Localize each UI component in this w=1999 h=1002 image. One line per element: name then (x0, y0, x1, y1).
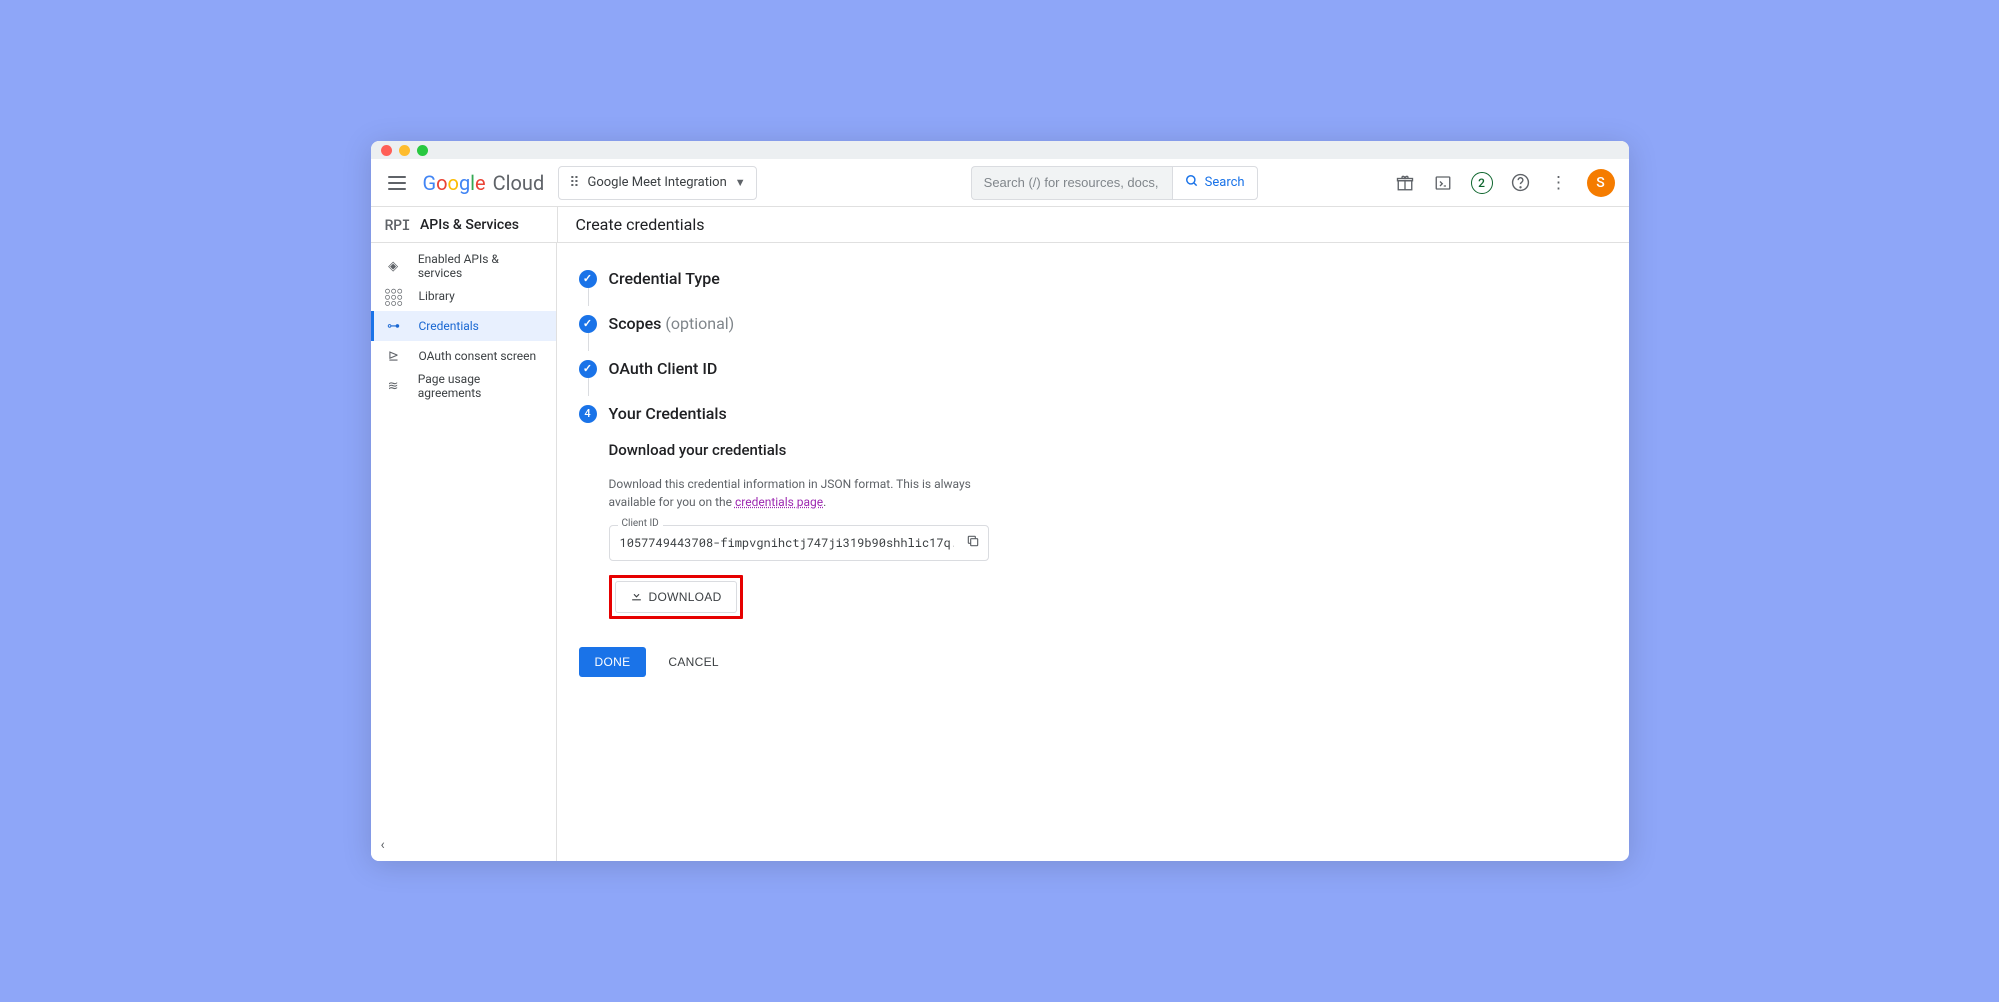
step-oauth-client-id[interactable]: ✓ OAuth Client ID (579, 359, 1607, 378)
client-id-value: 1057749443708-fimpvgnihctj747ji319b90shh… (620, 535, 954, 551)
check-icon: ✓ (579, 315, 597, 333)
maximize-window-icon[interactable] (417, 145, 428, 156)
diamond-icon: ◈ (385, 259, 402, 274)
search-icon (1185, 174, 1199, 192)
gift-icon[interactable] (1395, 173, 1415, 193)
search-button[interactable]: Search (1172, 166, 1258, 200)
copy-icon[interactable] (966, 534, 980, 552)
search-input[interactable] (971, 166, 1172, 200)
sidebar: ◈ Enabled APIs & services 𓃑 Library ⊶ Cr… (371, 243, 557, 861)
step-number-icon: 4 (579, 405, 597, 423)
api-icon: RPI (385, 215, 411, 235)
notification-badge[interactable]: 2 (1471, 172, 1493, 194)
avatar[interactable]: S (1587, 169, 1615, 197)
project-name: Google Meet Integration (587, 175, 726, 190)
header-icons: 2 ⋮ S (1395, 169, 1615, 197)
project-dots-icon: ⠿ (569, 175, 579, 191)
collapse-sidebar-icon[interactable]: ‹ (381, 837, 385, 853)
step-connector (588, 333, 589, 351)
library-icon: 𓃑 (385, 286, 403, 307)
download-button[interactable]: DOWNLOAD (615, 581, 737, 613)
client-id-field: Client ID 1057749443708-fimpvgnihctj747j… (609, 525, 989, 561)
avatar-letter: S (1596, 175, 1604, 191)
project-selector[interactable]: ⠿ Google Meet Integration ▼ (558, 166, 756, 200)
credentials-page-link[interactable]: credentials page (735, 495, 823, 509)
check-icon: ✓ (579, 270, 597, 288)
download-icon (630, 589, 643, 605)
step-content: Download your credentials Download this … (609, 441, 989, 619)
step-scopes[interactable]: ✓ Scopes (optional) (579, 314, 1607, 333)
notification-count: 2 (1478, 176, 1485, 190)
main-content: ✓ Credential Type ✓ Scopes (optional) ✓ … (557, 243, 1629, 861)
highlight-annotation: DOWNLOAD (609, 575, 743, 619)
step-title: Scopes (609, 314, 662, 333)
sidebar-item-label: OAuth consent screen (419, 349, 537, 363)
mac-titlebar (371, 141, 1629, 159)
client-id-label: Client ID (618, 518, 663, 529)
step-connector (588, 378, 589, 396)
step-title: Your Credentials (609, 404, 727, 423)
sidebar-item-label: Enabled APIs & services (418, 252, 542, 280)
sidebar-item-credentials[interactable]: ⊶ Credentials (371, 311, 556, 341)
logo-suffix: Cloud (493, 171, 545, 195)
sidebar-item-library[interactable]: 𓃑 Library (371, 281, 556, 311)
sidebar-item-oauth-consent[interactable]: ⊵ OAuth consent screen (371, 341, 556, 371)
header-bar: Google Cloud ⠿ Google Meet Integration ▼… (371, 159, 1629, 207)
agreement-icon: ≋ (385, 379, 402, 394)
sidebar-item-label: Page usage agreements (418, 372, 542, 400)
sidebar-item-label: Credentials (419, 319, 479, 333)
download-button-label: DOWNLOAD (649, 590, 722, 604)
section-label: RPI APIs & Services (371, 207, 557, 242)
subheader: RPI APIs & Services Create credentials (371, 207, 1629, 243)
cloud-shell-icon[interactable] (1433, 173, 1453, 193)
chevron-down-icon: ▼ (735, 176, 746, 189)
help-icon[interactable] (1511, 173, 1531, 193)
step-credential-type[interactable]: ✓ Credential Type (579, 269, 1607, 288)
search-wrap: Search (971, 166, 1258, 200)
step-optional: (optional) (665, 314, 734, 333)
cancel-button[interactable]: CANCEL (658, 647, 728, 677)
close-window-icon[interactable] (381, 145, 392, 156)
search-button-label: Search (1205, 175, 1245, 190)
page-title: Create credentials (557, 207, 1629, 242)
minimize-window-icon[interactable] (399, 145, 410, 156)
done-button[interactable]: DONE (579, 647, 647, 677)
step-your-credentials: 4 Your Credentials (579, 404, 1607, 423)
key-icon: ⊶ (385, 319, 403, 334)
step-title: Credential Type (609, 269, 720, 288)
menu-icon[interactable] (385, 171, 409, 195)
sidebar-item-enabled-apis[interactable]: ◈ Enabled APIs & services (371, 251, 556, 281)
more-vert-icon[interactable]: ⋮ (1549, 173, 1569, 193)
window: Google Cloud ⠿ Google Meet Integration ▼… (371, 141, 1629, 861)
sidebar-item-label: Library (419, 289, 455, 303)
page-title-text: Create credentials (576, 215, 705, 234)
google-cloud-logo[interactable]: Google Cloud (423, 171, 545, 195)
section-heading: Download your credentials (609, 441, 989, 459)
sidebar-item-page-usage[interactable]: ≋ Page usage agreements (371, 371, 556, 401)
consent-icon: ⊵ (385, 349, 403, 364)
body: ◈ Enabled APIs & services 𓃑 Library ⊶ Cr… (371, 243, 1629, 861)
section-label-text: APIs & Services (420, 217, 519, 233)
step-connector (588, 288, 589, 306)
action-row: DONE CANCEL (579, 647, 1607, 677)
step-title: OAuth Client ID (609, 359, 718, 378)
section-description: Download this credential information in … (609, 475, 989, 511)
check-icon: ✓ (579, 360, 597, 378)
